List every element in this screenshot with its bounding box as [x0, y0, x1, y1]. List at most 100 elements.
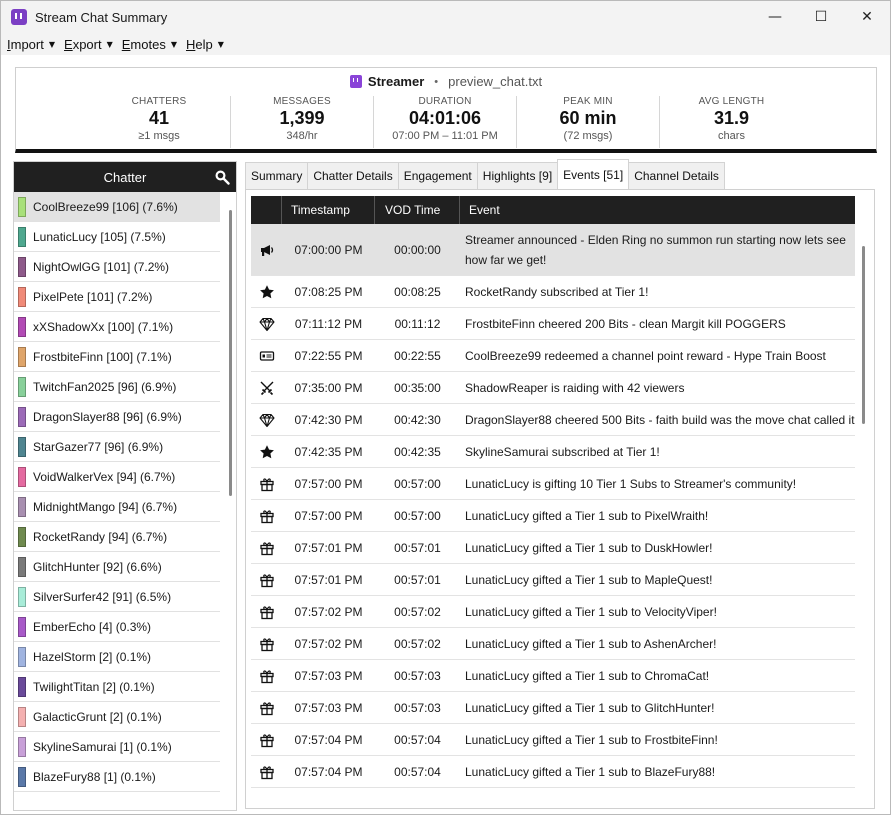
chatter-color-swatch: [18, 346, 26, 367]
gift-icon: [259, 509, 274, 523]
chevron-down-icon: ▼: [170, 39, 177, 49]
gift-icon: [259, 733, 274, 747]
event-timestamp: 07:57:00 PM: [294, 476, 363, 491]
chatter-row[interactable]: StarGazer77 [96] (6.9%): [14, 432, 220, 462]
gift-icon: [259, 701, 274, 715]
chatter-label: RocketRandy [94] (6.7%): [33, 529, 168, 544]
chatter-row[interactable]: CoolBreeze99 [106] (7.6%): [14, 192, 220, 222]
event-icon-cell: [251, 412, 282, 428]
event-icon-cell: [251, 380, 282, 396]
chatter-color-swatch: [18, 676, 26, 697]
chatter-row[interactable]: GalacticGrunt [2] (0.1%): [14, 702, 220, 732]
event-row[interactable]: 07:57:02 PM 00:57:02 LunaticLucy gifted a …: [251, 596, 855, 628]
events-scrollbar[interactable]: [862, 246, 865, 424]
chatter-label: FrostbiteFinn [100] (7.1%): [33, 349, 172, 364]
event-timestamp: 07:57:03 PM: [294, 668, 363, 683]
event-row[interactable]: 07:57:00 PM 00:57:00 LunaticLucy gifted a …: [251, 500, 855, 532]
menu-help[interactable]: Help ▼: [186, 37, 224, 52]
tab-summary[interactable]: Summary: [245, 162, 309, 189]
event-row[interactable]: 07:57:02 PM 00:57:02 LunaticLucy gifted a …: [251, 628, 855, 660]
event-timestamp: 07:57:04 PM: [294, 764, 363, 779]
menu-import[interactable]: Import ▼: [7, 37, 55, 52]
event-row[interactable]: 07:35:00 PM 00:35:00 ShadowReaper is raidi…: [251, 372, 855, 404]
ticket-icon: [259, 350, 274, 361]
event-row[interactable]: 07:42:35 PM 00:42:35 SkylineSamurai subscr…: [251, 436, 855, 468]
tab-highlights[interactable]: Highlights [9]: [476, 162, 559, 189]
event-timestamp: 07:57:04 PM: [294, 732, 363, 747]
column-vod-time[interactable]: VOD Time: [375, 196, 460, 224]
event-text: FrostbiteFinn cheered 200 Bits - clean M…: [465, 316, 786, 331]
chatter-color-swatch: [18, 226, 26, 247]
minimize-button[interactable]: —: [752, 1, 798, 33]
tab-chatter-details[interactable]: Chatter Details: [307, 162, 399, 189]
event-row[interactable]: 07:08:25 PM 00:08:25 RocketRandy subscribe…: [251, 276, 855, 308]
chatter-row[interactable]: GlitchHunter [92] (6.6%): [14, 552, 220, 582]
event-row[interactable]: 07:11:12 PM 00:11:12 FrostbiteFinn cheered…: [251, 308, 855, 340]
close-button[interactable]: ✕: [844, 1, 890, 33]
event-vod-time: 00:57:02: [394, 636, 441, 651]
event-timestamp: 07:57:02 PM: [294, 604, 363, 619]
chatter-row[interactable]: xXShadowXx [100] (7.1%): [14, 312, 220, 342]
maximize-button[interactable]: ☐: [798, 1, 844, 33]
event-row[interactable]: 07:57:04 PM 00:57:04 LunaticLucy gifted a …: [251, 724, 855, 756]
chatter-label: TwitchFan2025 [96] (6.9%): [33, 379, 177, 394]
chatter-row[interactable]: HazelStorm [2] (0.1%): [14, 642, 220, 672]
chatter-row[interactable]: RocketRandy [94] (6.7%): [14, 522, 220, 552]
window-controls: — ☐ ✕: [752, 1, 890, 33]
event-vod-time: 00:42:30: [394, 412, 441, 427]
chatter-row[interactable]: SilverSurfer42 [91] (6.5%): [14, 582, 220, 612]
event-row[interactable]: 07:22:55 PM 00:22:55 CoolBreeze99 redeemed…: [251, 340, 855, 372]
chatter-label: SilverSurfer42 [91] (6.5%): [33, 589, 172, 604]
chatter-color-swatch: [18, 376, 26, 397]
event-vod-time: 00:11:12: [394, 316, 441, 331]
chatter-scrollbar[interactable]: [229, 210, 232, 496]
chatter-color-swatch: [18, 586, 26, 607]
stat-messages: MESSAGES 1,399 348/hr: [231, 96, 374, 148]
chatter-row[interactable]: BlazeFury88 [1] (0.1%): [14, 762, 220, 792]
chatter-label: HazelStorm [2] (0.1%): [33, 649, 152, 664]
file-name: preview_chat.txt: [448, 74, 543, 89]
event-text: LunaticLucy is gifting 10 Tier 1 Subs to…: [465, 476, 797, 491]
chatter-row[interactable]: DragonSlayer88 [96] (6.9%): [14, 402, 220, 432]
event-text: LunaticLucy gifted a Tier 1 sub to Maple…: [465, 572, 713, 587]
chatter-row[interactable]: FrostbiteFinn [100] (7.1%): [14, 342, 220, 372]
chatter-label: SkylineSamurai [1] (0.1%): [33, 739, 172, 754]
chatter-row[interactable]: TwitchFan2025 [96] (6.9%): [14, 372, 220, 402]
tab-events[interactable]: Events [51]: [557, 159, 630, 189]
chatter-row[interactable]: EmberEcho [4] (0.3%): [14, 612, 220, 642]
event-row[interactable]: 07:57:03 PM 00:57:03 LunaticLucy gifted a …: [251, 692, 855, 724]
event-row[interactable]: 07:57:04 PM 00:57:04 LunaticLucy gifted a …: [251, 756, 855, 788]
event-timestamp: 07:57:00 PM: [294, 508, 363, 523]
chatter-row[interactable]: LunaticLucy [105] (7.5%): [14, 222, 220, 252]
gift-icon: [259, 573, 274, 587]
event-vod-time: 00:57:00: [394, 508, 441, 523]
gift-icon: [259, 637, 274, 651]
chatter-label: PixelPete [101] (7.2%): [33, 289, 153, 304]
event-row[interactable]: 07:57:01 PM 00:57:01 LunaticLucy gifted a …: [251, 564, 855, 596]
event-vod-time: 00:35:00: [394, 380, 441, 395]
column-event[interactable]: Event: [460, 196, 855, 224]
chatter-row[interactable]: MidnightMango [94] (6.7%): [14, 492, 220, 522]
event-row[interactable]: 07:57:00 PM 00:57:00 LunaticLucy is giftin…: [251, 468, 855, 500]
column-timestamp[interactable]: Timestamp: [282, 196, 375, 224]
chatter-row[interactable]: TwilightTitan [2] (0.1%): [14, 672, 220, 702]
stat-avg-length: AVG LENGTH 31.9 chars: [698, 96, 765, 142]
event-row[interactable]: 07:42:30 PM 00:42:30 DragonSlayer88 cheere…: [251, 404, 855, 436]
tab-channel-details[interactable]: Channel Details: [628, 162, 725, 189]
event-row[interactable]: 07:00:00 PM 00:00:00 Streamer announced - …: [251, 224, 855, 276]
menu-export[interactable]: Export ▼: [64, 37, 113, 52]
event-icon-cell: [251, 700, 282, 716]
chatter-row[interactable]: PixelPete [101] (7.2%): [14, 282, 220, 312]
separator-dot: •: [434, 75, 439, 88]
chatter-label: CoolBreeze99 [106] (7.6%): [33, 199, 178, 214]
event-row[interactable]: 07:57:03 PM 00:57:03 LunaticLucy gifted a …: [251, 660, 855, 692]
chatter-row[interactable]: NightOwlGG [101] (7.2%): [14, 252, 220, 282]
chatter-row[interactable]: SkylineSamurai [1] (0.1%): [14, 732, 220, 762]
event-row[interactable]: 07:57:01 PM 00:57:01 LunaticLucy gifted a …: [251, 532, 855, 564]
event-text: LunaticLucy gifted a Tier 1 sub to Frost…: [465, 732, 718, 747]
chatter-row[interactable]: VoidWalkerVex [94] (6.7%): [14, 462, 220, 492]
menu-emotes[interactable]: Emotes ▼: [122, 37, 177, 52]
tab-engagement[interactable]: Engagement: [397, 162, 478, 189]
diamond-icon: [258, 317, 275, 331]
search-icon[interactable]: [214, 169, 230, 185]
